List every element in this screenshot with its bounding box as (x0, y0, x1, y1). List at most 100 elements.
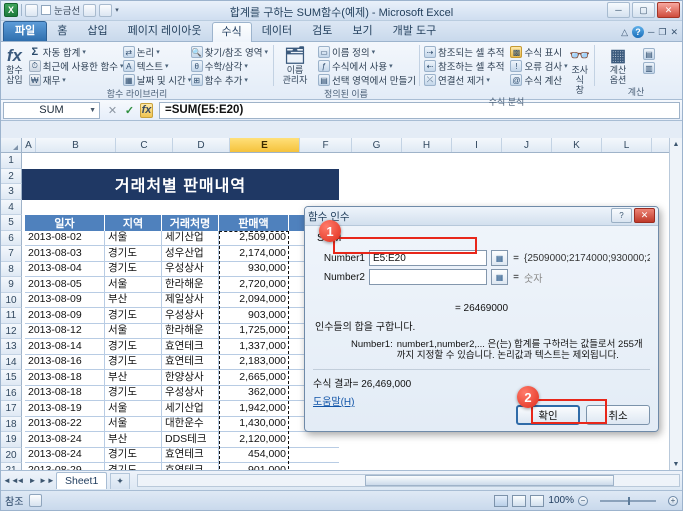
column-header-G[interactable]: G (352, 138, 402, 152)
table-cell-region[interactable]: 서울 (105, 401, 162, 417)
argument-input-number2[interactable] (369, 269, 487, 285)
table-cell-date[interactable]: 2013-08-24 (25, 447, 105, 463)
ribbon-tab-bar[interactable]: 파일 홈 삽입 페이지 레이아웃 수식 데이터 검토 보기 개발 도구 △ ? … (1, 21, 682, 42)
table-cell-amount[interactable]: 2,720,000 (219, 277, 289, 293)
insert-function-icon[interactable]: fx (140, 102, 153, 118)
trace-dependents-button[interactable]: ⇠ 참조하는 셀 추적 (422, 59, 506, 73)
formula-bar-buttons[interactable]: ✕ ✓ fx (102, 102, 157, 118)
column-header-H[interactable]: H (402, 138, 452, 152)
table-cell-client[interactable]: 성우산업 (162, 246, 219, 262)
use-in-formula-button[interactable]: ƒ 수식에서 사용 ▾ (316, 59, 416, 73)
table-cell-amount[interactable]: 454,000 (219, 447, 289, 463)
row-header-1[interactable]: 1 (1, 153, 22, 169)
column-header-K[interactable]: K (552, 138, 602, 152)
maximize-button[interactable]: ▢ (632, 2, 655, 18)
normal-view-button[interactable] (494, 494, 509, 507)
chevron-down-icon[interactable]: ▼ (89, 107, 96, 114)
row-header-19[interactable]: 19 (1, 432, 22, 448)
create-from-selection-button[interactable]: ▤ 선택 영역에서 만들기 (316, 73, 416, 87)
tab-home[interactable]: 홈 (47, 21, 77, 41)
scroll-up-icon[interactable]: ▲ (670, 138, 682, 150)
range-picker-icon-number1[interactable]: ▦ (491, 250, 508, 266)
table-cell-date[interactable]: 2013-08-18 (25, 385, 105, 401)
table-cell-amount[interactable]: 901,000 (219, 463, 289, 470)
table-cell-amount[interactable]: 2,094,000 (219, 292, 289, 308)
zoom-slider[interactable] (592, 495, 664, 507)
row-header-2[interactable]: 2 (1, 168, 22, 184)
calculate-sheet-button[interactable]: ▥ (641, 61, 663, 75)
table-cell-date[interactable]: 2013-08-22 (25, 416, 105, 432)
more-functions-button[interactable]: ⊞ 함수 추가 ▾ (189, 73, 270, 87)
next-sheet-icon[interactable]: ► (27, 476, 38, 485)
table-cell-region[interactable]: 경기도 (105, 308, 162, 324)
table-cell-client[interactable]: 제일상사 (162, 292, 219, 308)
table-cell-region[interactable]: 경기도 (105, 385, 162, 401)
financial-button[interactable]: ₩ 재무 ▾ (27, 73, 119, 87)
table-cell-date[interactable]: 2013-08-04 (25, 261, 105, 277)
table-cell-date[interactable]: 2013-08-02 (25, 230, 105, 246)
table-cell-amount[interactable]: 1,337,000 (219, 339, 289, 355)
row-header-4[interactable]: 4 (1, 199, 22, 215)
tab-formulas[interactable]: 수식 (211, 22, 252, 42)
prev-sheet-icon[interactable]: ◄ (15, 476, 26, 485)
row-header-13[interactable]: 13 (1, 339, 22, 355)
chevron-down-icon[interactable]: ▾ (486, 76, 490, 84)
chevron-down-icon[interactable]: ▾ (264, 48, 268, 56)
zoom-in-button[interactable]: + (668, 495, 678, 506)
logical-button[interactable]: ⇄ 논리 ▾ (121, 45, 187, 59)
page-break-view-button[interactable] (530, 494, 545, 507)
row-header-20[interactable]: 20 (1, 447, 22, 463)
show-formulas-button[interactable]: ▩ 수식 표시 (508, 45, 566, 59)
row-header-9[interactable]: 9 (1, 277, 22, 293)
table-cell-client[interactable]: 한양상사 (162, 370, 219, 386)
watch-window-button[interactable]: 👓 조사식 창 (568, 45, 591, 95)
table-cell-date[interactable]: 2013-08-09 (25, 308, 105, 324)
remove-arrows-button[interactable]: ⤫ 연결선 제거 ▾ (422, 73, 506, 87)
table-cell-note[interactable] (289, 463, 339, 470)
table-cell-date[interactable]: 2013-08-16 (25, 354, 105, 370)
minimize-button[interactable]: ─ (607, 2, 630, 18)
table-cell-region[interactable]: 경기도 (105, 463, 162, 470)
chevron-down-icon[interactable]: ▾ (156, 48, 160, 56)
row-header-11[interactable]: 11 (1, 308, 22, 324)
sheet-navigation-buttons[interactable]: ◄◄ ◄ ► ►► (3, 476, 55, 485)
table-cell-client[interactable]: 우성상사 (162, 308, 219, 324)
first-sheet-icon[interactable]: ◄◄ (3, 476, 19, 485)
autosum-button[interactable]: Σ 자동 합계 ▾ (27, 45, 119, 59)
dialog-help-button[interactable]: ? (611, 208, 632, 223)
chevron-down-icon[interactable]: ▾ (564, 62, 568, 70)
row-header-5[interactable]: 5 (1, 215, 22, 231)
table-cell-amount[interactable]: 1,725,000 (219, 323, 289, 339)
table-cell-region[interactable]: 경기도 (105, 261, 162, 277)
column-header-L[interactable]: L (602, 138, 652, 152)
insert-function-button[interactable]: fx 함수 삽입 (4, 45, 25, 85)
recent-functions-button[interactable]: ⏱ 최근에 사용한 함수 ▾ (27, 59, 123, 73)
argument-input-number1[interactable]: E5:E20 (369, 250, 487, 266)
table-cell-client[interactable]: 효연테크 (162, 447, 219, 463)
ribbon-help-icons[interactable]: △ ? ─ ❐ ✕ (621, 26, 678, 38)
table-cell-date[interactable]: 2013-08-09 (25, 292, 105, 308)
table-cell-client[interactable]: 우성상사 (162, 261, 219, 277)
row-header-3[interactable]: 3 (1, 184, 22, 200)
row-header-18[interactable]: 18 (1, 416, 22, 432)
row-header-14[interactable]: 14 (1, 354, 22, 370)
table-cell-note[interactable] (289, 432, 339, 448)
column-header-F[interactable]: F (300, 138, 352, 152)
sheet-tab-sheet1[interactable]: Sheet1 (56, 472, 108, 489)
table-cell-client[interactable]: 세기산업 (162, 230, 219, 246)
tab-page-layout[interactable]: 페이지 레이아웃 (118, 21, 212, 41)
vertical-scrollbar[interactable]: ▲ ▼ (669, 138, 682, 470)
calculation-options-button[interactable]: ▦ 계산 옵션 (597, 45, 639, 85)
tab-file[interactable]: 파일 (3, 21, 48, 41)
doc-minimize-icon[interactable]: ─ (648, 27, 654, 37)
table-cell-region[interactable]: 서울 (105, 323, 162, 339)
table-cell-amount[interactable]: 1,430,000 (219, 416, 289, 432)
table-cell-amount[interactable]: 2,509,000 (219, 230, 289, 246)
table-cell-region[interactable]: 서울 (105, 230, 162, 246)
table-cell-amount[interactable]: 903,000 (219, 308, 289, 324)
table-cell-client[interactable]: 효연테크 (162, 354, 219, 370)
table-cell-region[interactable]: 부산 (105, 432, 162, 448)
table-cell-region[interactable]: 경기도 (105, 339, 162, 355)
ok-button[interactable]: 확인 (516, 405, 580, 425)
table-cell-note[interactable] (289, 447, 339, 463)
